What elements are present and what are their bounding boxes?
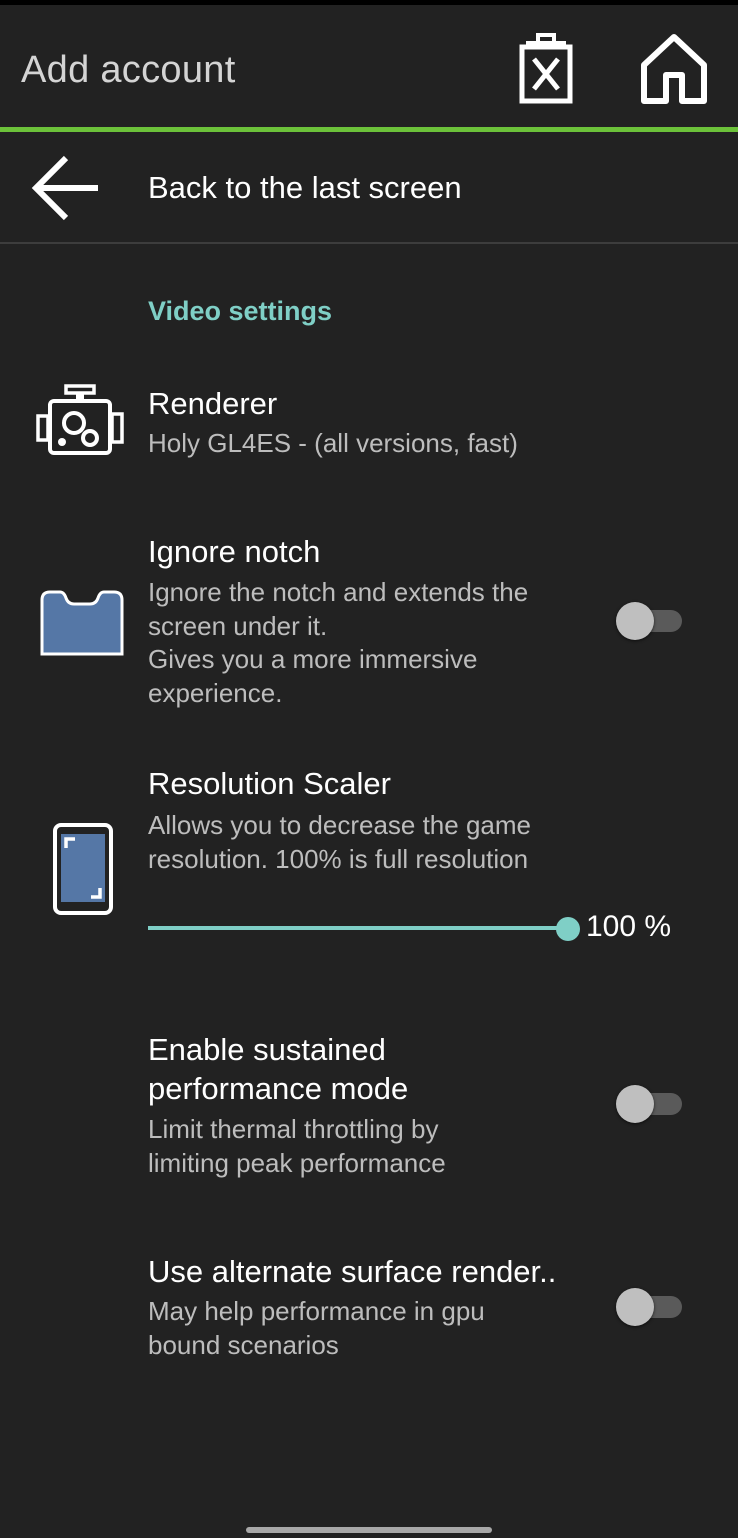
- slider-value-label: 100 %: [586, 910, 672, 943]
- summary-line: Ignore the notch and extends the: [148, 577, 529, 607]
- switch-thumb: [616, 602, 654, 640]
- summary-line: May help performance in gpu: [148, 1296, 485, 1326]
- sustained-performance-switch[interactable]: [616, 1083, 682, 1123]
- pref-summary: May help performance in gpu bound scenar…: [148, 1295, 485, 1362]
- summary-line: screen under it.: [148, 610, 328, 641]
- pref-summary: Limit thermal throttling by limiting pea…: [148, 1113, 446, 1180]
- alternate-surface-switch[interactable]: [616, 1286, 682, 1326]
- slider-track: [148, 926, 568, 930]
- notch-icon: [40, 590, 124, 656]
- summary-line: Allows you to decrease the game: [148, 810, 531, 840]
- pref-renderer[interactable]: Renderer Holy GL4ES - (all versions, fas…: [0, 380, 738, 490]
- switch-thumb: [616, 1288, 654, 1326]
- title-line: performance mode: [148, 1071, 409, 1106]
- gesture-nav-handle[interactable]: [246, 1527, 492, 1533]
- pref-title: Ignore notch: [148, 534, 321, 569]
- summary-line: bound scenarios: [148, 1329, 339, 1360]
- pref-summary: Allows you to decrease the game resoluti…: [148, 809, 531, 876]
- divider: [0, 242, 738, 244]
- section-title: Video settings: [148, 296, 333, 326]
- arrow-left-icon: [31, 155, 98, 221]
- pref-title: Resolution Scaler: [148, 766, 391, 801]
- pref-summary: Ignore the notch and extends the screen …: [148, 576, 528, 710]
- home-icon[interactable]: [638, 31, 710, 105]
- pref-summary: Holy GL4ES - (all versions, fast): [148, 428, 518, 458]
- resolution-slider[interactable]: [148, 912, 580, 944]
- pref-title: Use alternate surface render..: [148, 1254, 557, 1289]
- slider-thumb[interactable]: [556, 917, 580, 941]
- resolution-phone-icon: [53, 823, 113, 915]
- pref-ignore-notch[interactable]: Ignore notch Ignore the notch and extend…: [0, 530, 738, 720]
- summary-line: Limit thermal throttling by: [148, 1114, 439, 1144]
- top-bar: Add account: [0, 5, 738, 127]
- page-title: Add account: [21, 49, 236, 91]
- ignore-notch-switch[interactable]: [616, 600, 682, 640]
- title-line: Enable sustained: [148, 1032, 386, 1067]
- back-label: Back to the last screen: [148, 170, 462, 205]
- pref-title: Enable sustained performance mode: [148, 1030, 408, 1108]
- delete-x-icon[interactable]: [514, 33, 578, 105]
- engine-icon: [36, 384, 124, 455]
- pref-sustained-performance[interactable]: Enable sustained performance mode Limit …: [0, 1030, 738, 1190]
- switch-thumb: [616, 1085, 654, 1123]
- back-button[interactable]: Back to the last screen: [0, 132, 738, 242]
- summary-line: experience.: [148, 677, 283, 708]
- summary-line: resolution. 100% is full resolution: [148, 843, 529, 874]
- summary-line: Gives you a more immersive: [148, 644, 478, 674]
- pref-title: Renderer: [148, 386, 278, 421]
- summary-line: limiting peak performance: [148, 1147, 446, 1178]
- pref-alternate-surface[interactable]: Use alternate surface render.. May help …: [0, 1252, 738, 1372]
